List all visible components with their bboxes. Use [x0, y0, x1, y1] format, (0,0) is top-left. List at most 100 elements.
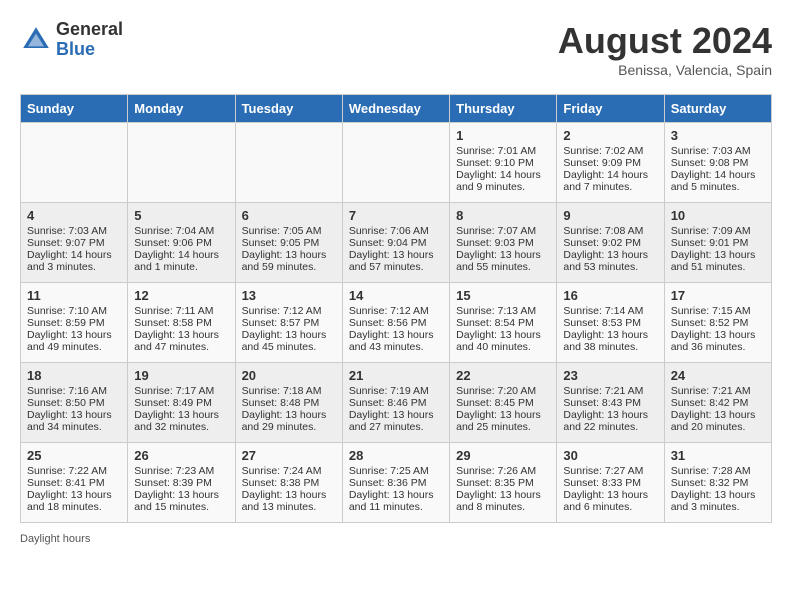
calendar-day-cell: 4Sunrise: 7:03 AMSunset: 9:07 PMDaylight… [21, 203, 128, 283]
daylight-text: Daylight: 13 hours and 55 minutes. [456, 249, 550, 273]
day-number: 9 [563, 208, 657, 223]
sunset-text: Sunset: 9:06 PM [134, 237, 228, 249]
calendar-day-cell: 26Sunrise: 7:23 AMSunset: 8:39 PMDayligh… [128, 443, 235, 523]
sunset-text: Sunset: 9:02 PM [563, 237, 657, 249]
calendar-day-cell: 5Sunrise: 7:04 AMSunset: 9:06 PMDaylight… [128, 203, 235, 283]
sunrise-text: Sunrise: 7:20 AM [456, 385, 550, 397]
day-number: 19 [134, 368, 228, 383]
daylight-text: Daylight: 13 hours and 36 minutes. [671, 329, 765, 353]
day-number: 7 [349, 208, 443, 223]
calendar-day-cell: 14Sunrise: 7:12 AMSunset: 8:56 PMDayligh… [342, 283, 449, 363]
calendar-week-row: 18Sunrise: 7:16 AMSunset: 8:50 PMDayligh… [21, 363, 772, 443]
sunset-text: Sunset: 8:45 PM [456, 397, 550, 409]
page-header: General Blue August 2024 Benissa, Valenc… [20, 20, 772, 78]
sunset-text: Sunset: 9:08 PM [671, 157, 765, 169]
day-number: 22 [456, 368, 550, 383]
sunrise-text: Sunrise: 7:05 AM [242, 225, 336, 237]
daylight-text: Daylight: 14 hours and 7 minutes. [563, 169, 657, 193]
daylight-text: Daylight: 13 hours and 51 minutes. [671, 249, 765, 273]
day-number: 6 [242, 208, 336, 223]
calendar-day-header: Sunday [21, 95, 128, 123]
sunset-text: Sunset: 8:32 PM [671, 477, 765, 489]
calendar-day-cell: 9Sunrise: 7:08 AMSunset: 9:02 PMDaylight… [557, 203, 664, 283]
sunset-text: Sunset: 8:50 PM [27, 397, 121, 409]
sunrise-text: Sunrise: 7:18 AM [242, 385, 336, 397]
day-number: 21 [349, 368, 443, 383]
calendar-day-cell: 23Sunrise: 7:21 AMSunset: 8:43 PMDayligh… [557, 363, 664, 443]
calendar-day-cell: 7Sunrise: 7:06 AMSunset: 9:04 PMDaylight… [342, 203, 449, 283]
calendar-day-cell: 18Sunrise: 7:16 AMSunset: 8:50 PMDayligh… [21, 363, 128, 443]
day-number: 17 [671, 288, 765, 303]
sunset-text: Sunset: 9:09 PM [563, 157, 657, 169]
calendar-day-cell: 12Sunrise: 7:11 AMSunset: 8:58 PMDayligh… [128, 283, 235, 363]
sunrise-text: Sunrise: 7:12 AM [242, 305, 336, 317]
footer-note: Daylight hours [20, 533, 772, 545]
daylight-text: Daylight: 14 hours and 3 minutes. [27, 249, 121, 273]
sunset-text: Sunset: 9:03 PM [456, 237, 550, 249]
sunset-text: Sunset: 8:42 PM [671, 397, 765, 409]
sunset-text: Sunset: 8:54 PM [456, 317, 550, 329]
calendar-day-cell: 19Sunrise: 7:17 AMSunset: 8:49 PMDayligh… [128, 363, 235, 443]
day-number: 23 [563, 368, 657, 383]
sunrise-text: Sunrise: 7:09 AM [671, 225, 765, 237]
sunset-text: Sunset: 8:35 PM [456, 477, 550, 489]
day-number: 10 [671, 208, 765, 223]
calendar-day-cell: 22Sunrise: 7:20 AMSunset: 8:45 PMDayligh… [450, 363, 557, 443]
calendar-day-header: Wednesday [342, 95, 449, 123]
sunset-text: Sunset: 8:46 PM [349, 397, 443, 409]
calendar-week-row: 4Sunrise: 7:03 AMSunset: 9:07 PMDaylight… [21, 203, 772, 283]
sunset-text: Sunset: 8:52 PM [671, 317, 765, 329]
logo-blue-text: Blue [56, 40, 123, 60]
sunset-text: Sunset: 8:48 PM [242, 397, 336, 409]
sunset-text: Sunset: 8:53 PM [563, 317, 657, 329]
calendar-day-header: Thursday [450, 95, 557, 123]
calendar-day-cell: 16 Sunrise: 7:14 AMSunset: 8:53 PMDayligh… [557, 283, 664, 363]
sunrise-text: Sunrise: 7:26 AM [456, 465, 550, 477]
sunrise-text: Sunrise: 7:03 AM [671, 145, 765, 157]
sunrise-text: Sunrise: 7:28 AM [671, 465, 765, 477]
calendar-day-cell: 20Sunrise: 7:18 AMSunset: 8:48 PMDayligh… [235, 363, 342, 443]
day-number: 11 [27, 288, 121, 303]
daylight-text: Daylight: 13 hours and 38 minutes. [563, 329, 657, 353]
calendar-day-cell: 28Sunrise: 7:25 AMSunset: 8:36 PMDayligh… [342, 443, 449, 523]
daylight-text: Daylight: 13 hours and 6 minutes. [563, 489, 657, 513]
sunrise-text: Sunrise: 7:12 AM [349, 305, 443, 317]
sunrise-text: Sunrise: 7:23 AM [134, 465, 228, 477]
day-number: 15 [456, 288, 550, 303]
sunset-text: Sunset: 9:07 PM [27, 237, 121, 249]
title-block: August 2024 Benissa, Valencia, Spain [558, 20, 772, 78]
day-number: 16 [563, 288, 657, 303]
calendar-day-cell: 6Sunrise: 7:05 AMSunset: 9:05 PMDaylight… [235, 203, 342, 283]
sunset-text: Sunset: 8:33 PM [563, 477, 657, 489]
calendar-day-header: Tuesday [235, 95, 342, 123]
calendar-day-cell: 24Sunrise: 7:21 AMSunset: 8:42 PMDayligh… [664, 363, 771, 443]
sunset-text: Sunset: 9:04 PM [349, 237, 443, 249]
daylight-text: Daylight: 13 hours and 13 minutes. [242, 489, 336, 513]
daylight-text: Daylight: 13 hours and 8 minutes. [456, 489, 550, 513]
daylight-text: Daylight: 13 hours and 32 minutes. [134, 409, 228, 433]
calendar-week-row: 1Sunrise: 7:01 AMSunset: 9:10 PMDaylight… [21, 123, 772, 203]
day-number: 24 [671, 368, 765, 383]
sunrise-text: Sunrise: 7:14 AM [563, 305, 657, 317]
calendar-day-cell [235, 123, 342, 203]
daylight-text: Daylight: 13 hours and 49 minutes. [27, 329, 121, 353]
daylight-text: Daylight: 13 hours and 18 minutes. [27, 489, 121, 513]
daylight-text: Daylight: 13 hours and 20 minutes. [671, 409, 765, 433]
calendar-day-cell: 13Sunrise: 7:12 AMSunset: 8:57 PMDayligh… [235, 283, 342, 363]
calendar-day-cell: 2Sunrise: 7:02 AMSunset: 9:09 PMDaylight… [557, 123, 664, 203]
sunset-text: Sunset: 8:58 PM [134, 317, 228, 329]
calendar-day-cell: 21Sunrise: 7:19 AMSunset: 8:46 PMDayligh… [342, 363, 449, 443]
logo-text: General Blue [56, 20, 123, 60]
logo: General Blue [20, 20, 123, 60]
day-number: 30 [563, 448, 657, 463]
calendar-day-cell [342, 123, 449, 203]
calendar-day-cell: 17Sunrise: 7:15 AMSunset: 8:52 PMDayligh… [664, 283, 771, 363]
sunrise-text: Sunrise: 7:04 AM [134, 225, 228, 237]
sunset-text: Sunset: 8:59 PM [27, 317, 121, 329]
sunrise-text: Sunrise: 7:01 AM [456, 145, 550, 157]
calendar-day-cell: 1Sunrise: 7:01 AMSunset: 9:10 PMDaylight… [450, 123, 557, 203]
calendar-day-cell: 31Sunrise: 7:28 AMSunset: 8:32 PMDayligh… [664, 443, 771, 523]
daylight-text: Daylight: 13 hours and 27 minutes. [349, 409, 443, 433]
sunrise-text: Sunrise: 7:10 AM [27, 305, 121, 317]
day-number: 14 [349, 288, 443, 303]
